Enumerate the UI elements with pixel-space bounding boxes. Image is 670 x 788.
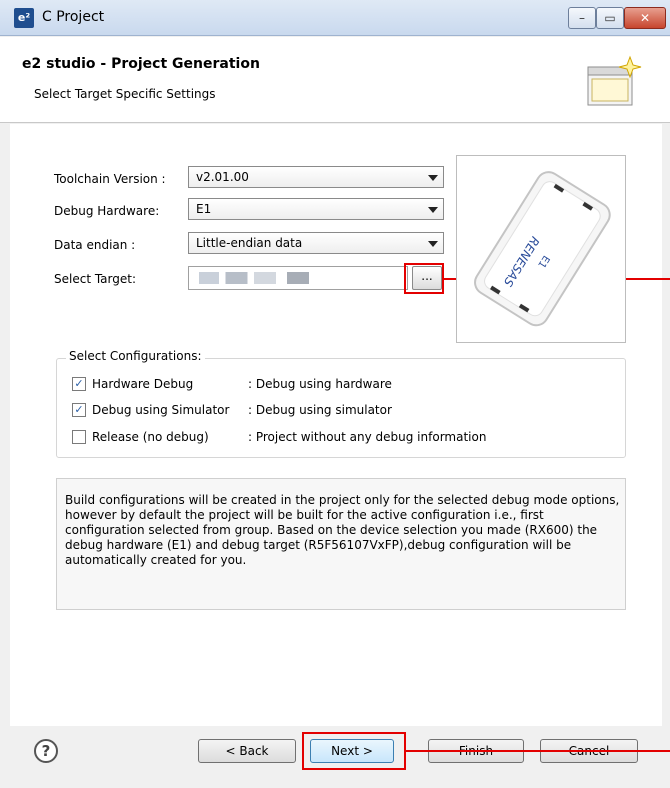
page-title: e2 studio - Project Generation bbox=[22, 56, 260, 72]
debug-hardware-select[interactable]: E1 bbox=[188, 198, 444, 220]
info-text: Build configurations will be created in … bbox=[65, 493, 620, 567]
maximize-button[interactable]: ▭ bbox=[596, 7, 624, 29]
close-button[interactable]: ✕ bbox=[624, 7, 666, 29]
e2-studio-app-icon: e² bbox=[14, 8, 34, 28]
debugger-image: RENESAS E1 bbox=[456, 155, 626, 343]
blurred-target-value bbox=[199, 272, 309, 284]
title-bar: e² C Project – ▭ ✕ bbox=[0, 0, 670, 36]
debug-hardware-label: Debug Hardware: bbox=[54, 204, 160, 218]
select-target-label: Select Target: bbox=[54, 272, 137, 286]
hardware-debug-label[interactable]: Hardware Debug bbox=[92, 377, 193, 391]
data-endian-value: Little-endian data bbox=[196, 236, 303, 250]
wizard-banner-icon bbox=[587, 55, 642, 106]
info-panel: Build configurations will be created in … bbox=[56, 478, 626, 610]
toolchain-version-label: Toolchain Version : bbox=[54, 172, 166, 186]
highlight-box bbox=[404, 263, 444, 294]
toolchain-version-select[interactable]: v2.01.00 bbox=[188, 166, 444, 188]
hardware-debug-checkbox[interactable]: ✓ bbox=[72, 377, 86, 391]
select-configurations-title: Select Configurations: bbox=[66, 349, 205, 363]
simulator-debug-checkbox[interactable]: ✓ bbox=[72, 403, 86, 417]
debug-hardware-value: E1 bbox=[196, 202, 212, 216]
window-title: C Project bbox=[42, 9, 105, 25]
data-endian-label: Data endian : bbox=[54, 238, 136, 252]
release-desc: : Project without any debug information bbox=[248, 430, 487, 444]
select-target-input[interactable] bbox=[188, 266, 408, 290]
hardware-debug-desc: : Debug using hardware bbox=[248, 377, 392, 391]
c-project-dialog: e² C Project – ▭ ✕ e2 studio - Project G… bbox=[0, 0, 670, 788]
simulator-debug-desc: : Debug using simulator bbox=[248, 403, 392, 417]
chevron-down-icon bbox=[428, 207, 438, 213]
chevron-down-icon bbox=[428, 175, 438, 181]
e1-emulator-icon: RENESAS E1 bbox=[474, 171, 611, 327]
wizard-header: e2 studio - Project Generation Select Ta… bbox=[0, 37, 670, 123]
release-label[interactable]: Release (no debug) bbox=[92, 430, 209, 444]
highlight-box bbox=[302, 732, 406, 770]
page-subtitle: Select Target Specific Settings bbox=[34, 87, 216, 101]
toolchain-version-value: v2.01.00 bbox=[196, 170, 249, 184]
release-checkbox[interactable] bbox=[72, 430, 86, 444]
simulator-debug-label[interactable]: Debug using Simulator bbox=[92, 403, 229, 417]
minimize-button[interactable]: – bbox=[568, 7, 596, 29]
data-endian-select[interactable]: Little-endian data bbox=[188, 232, 444, 254]
back-button[interactable]: < Back bbox=[198, 739, 296, 763]
chevron-down-icon bbox=[428, 241, 438, 247]
callout-line bbox=[406, 750, 670, 752]
help-icon[interactable]: ? bbox=[34, 739, 58, 763]
